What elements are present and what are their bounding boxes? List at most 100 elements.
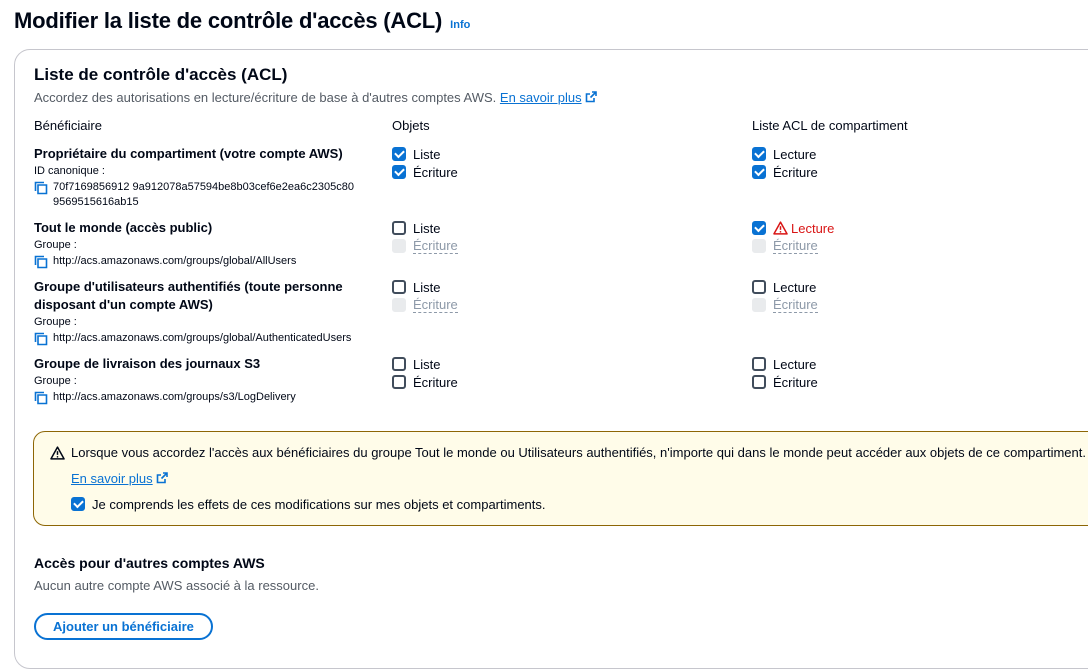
copy-icon[interactable]: [34, 181, 48, 195]
checkbox-box[interactable]: [392, 165, 406, 179]
learn-more-link[interactable]: En savoir plus: [500, 90, 597, 105]
permission-label: Liste: [413, 146, 441, 162]
permission-checkbox[interactable]: Écriture: [392, 373, 458, 391]
grantee-name: Groupe d'utilisateurs authentifiés (tout…: [34, 279, 343, 312]
checkbox-box[interactable]: [752, 221, 766, 235]
column-header-bucket-acl: Liste ACL de compartiment: [752, 118, 908, 133]
alert-learn-more-label: En savoir plus: [71, 471, 153, 486]
grantee-name: Propriétaire du compartiment (votre comp…: [34, 146, 343, 161]
acknowledge-checkbox-box[interactable]: [71, 497, 85, 511]
checkbox-box[interactable]: [392, 375, 406, 389]
checkbox-box[interactable]: [752, 357, 766, 371]
permission-checkbox[interactable]: Liste: [392, 219, 458, 237]
checkbox-box: [752, 239, 766, 253]
permission-checkbox[interactable]: Liste: [392, 355, 458, 373]
permission-label: Écriture: [773, 238, 818, 254]
acl-panel: Liste de contrôle d'accès (ACL) Accordez…: [14, 49, 1088, 669]
copy-icon[interactable]: [34, 391, 48, 405]
warning-icon: [50, 446, 65, 460]
permission-label: Liste: [413, 220, 441, 236]
page-title: Modifier la liste de contrôle d'accès (A…: [14, 8, 443, 33]
permission-label: Lecture: [773, 279, 817, 295]
alert-learn-more-link[interactable]: En savoir plus: [71, 471, 168, 486]
external-link-icon: [585, 91, 597, 103]
checkbox-box: [752, 298, 766, 312]
permission-checkbox[interactable]: Lecture: [752, 219, 834, 237]
other-accounts-description: Aucun autre compte AWS associé à la ress…: [34, 578, 319, 593]
grantee-info: Propriétaire du compartiment (votre comp…: [34, 145, 354, 210]
permission-checkbox[interactable]: Écriture: [752, 163, 818, 181]
permission-checkbox: Écriture: [392, 296, 458, 314]
checkbox-box[interactable]: [752, 147, 766, 161]
object-permissions: Liste Écriture: [392, 278, 458, 314]
checkbox-box[interactable]: [392, 280, 406, 294]
grantee-info: Tout le monde (accès public) Groupe : http…: [34, 219, 354, 269]
grantee-id: http://acs.amazonaws.com/groups/global/A…: [34, 331, 354, 346]
panel-description: Accordez des autorisations en lecture/éc…: [34, 90, 597, 105]
page-header: Modifier la liste de contrôle d'accès (A…: [14, 8, 470, 34]
permission-checkbox: Écriture: [392, 237, 458, 255]
grantee-id-value: http://acs.amazonaws.com/groups/global/A…: [53, 255, 297, 267]
permission-label: Lecture: [773, 146, 817, 162]
permission-label: Écriture: [413, 297, 458, 313]
alert-text: Lorsque vous accordez l'accès aux bénéfi…: [71, 445, 1086, 460]
column-header-grantee: Bénéficiaire: [34, 118, 102, 133]
checkbox-box[interactable]: [752, 280, 766, 294]
permission-label: Écriture: [413, 238, 458, 254]
grantee-id: 70f7169856912 9a912078a57594be8b03cef6e2…: [34, 180, 354, 210]
permission-checkbox[interactable]: Lecture: [752, 355, 818, 373]
copy-icon[interactable]: [34, 332, 48, 346]
permission-label: Liste: [413, 279, 441, 295]
grantee-id: http://acs.amazonaws.com/groups/global/A…: [34, 254, 354, 269]
acknowledge-checkbox[interactable]: Je comprends les effets de ces modificat…: [71, 495, 546, 513]
grantee-id-value: 70f7169856912 9a912078a57594be8b03cef6e2…: [53, 181, 354, 208]
warning-icon: [773, 221, 788, 235]
permission-checkbox: Écriture: [752, 296, 818, 314]
permission-label: Écriture: [773, 374, 818, 390]
checkbox-box[interactable]: [752, 375, 766, 389]
grantee-name: Groupe de livraison des journaux S3: [34, 356, 261, 371]
permission-checkbox[interactable]: Liste: [392, 145, 458, 163]
panel-title: Liste de contrôle d'accès (ACL): [34, 65, 288, 84]
object-permissions: Liste Écriture: [392, 219, 458, 255]
grantee-id: http://acs.amazonaws.com/groups/s3/LogDe…: [34, 390, 354, 405]
other-accounts-title: Accès pour d'autres comptes AWS: [34, 555, 265, 571]
add-grantee-button[interactable]: Ajouter un bénéficiaire: [34, 613, 213, 640]
permission-checkbox[interactable]: Lecture: [752, 278, 818, 296]
permission-checkbox[interactable]: Écriture: [392, 163, 458, 181]
info-link[interactable]: Info: [450, 19, 470, 31]
external-link-icon: [156, 472, 168, 484]
permission-label: Écriture: [413, 374, 458, 390]
grantee-info: Groupe de livraison des journaux S3 Group…: [34, 355, 354, 405]
permission-checkbox[interactable]: Lecture: [752, 145, 818, 163]
grantee-id-label: Groupe :: [34, 375, 77, 387]
bucket-acl-permissions: Lecture Écriture: [752, 355, 818, 391]
permission-label: Lecture: [791, 220, 835, 236]
checkbox-box: [392, 298, 406, 312]
checkbox-box[interactable]: [392, 357, 406, 371]
object-permissions: Liste Écriture: [392, 355, 458, 391]
bucket-acl-permissions: Lecture Écriture: [752, 145, 818, 181]
checkbox-box[interactable]: [392, 147, 406, 161]
bucket-acl-permissions: Lecture Écriture: [752, 278, 818, 314]
permission-label: Écriture: [773, 164, 818, 180]
object-permissions: Liste Écriture: [392, 145, 458, 181]
checkbox-box: [392, 239, 406, 253]
column-header-objects: Objets: [392, 118, 430, 133]
grantee-id-value: http://acs.amazonaws.com/groups/s3/LogDe…: [53, 391, 296, 403]
permission-label: Liste: [413, 356, 441, 372]
panel-description-text: Accordez des autorisations en lecture/éc…: [34, 90, 497, 105]
public-access-alert: Lorsque vous accordez l'accès aux bénéfi…: [33, 431, 1088, 526]
permission-label: Écriture: [773, 297, 818, 313]
checkbox-box[interactable]: [752, 165, 766, 179]
copy-icon[interactable]: [34, 255, 48, 269]
grantee-info: Groupe d'utilisateurs authentifiés (tout…: [34, 278, 354, 346]
permission-checkbox[interactable]: Écriture: [752, 373, 818, 391]
permission-checkbox: Écriture: [752, 237, 834, 255]
permission-label: Écriture: [413, 164, 458, 180]
bucket-acl-permissions: Lecture Écriture: [752, 219, 834, 255]
checkbox-box[interactable]: [392, 221, 406, 235]
grantee-id-label: ID canonique :: [34, 165, 105, 177]
permission-checkbox[interactable]: Liste: [392, 278, 458, 296]
grantee-name: Tout le monde (accès public): [34, 220, 213, 235]
